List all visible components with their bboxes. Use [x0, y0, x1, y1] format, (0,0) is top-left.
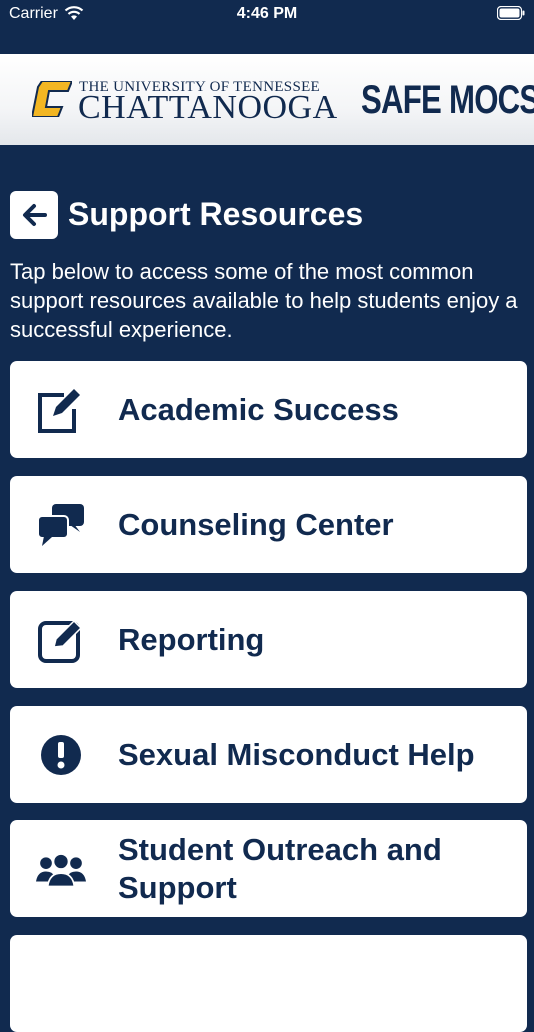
utc-logo-icon: [32, 81, 72, 117]
header-banner: THE UNIVERSITY OF TENNESSEE CHATTANOOGA …: [0, 54, 534, 145]
resource-label: Counseling Center: [118, 506, 394, 542]
resource-sexual-misconduct-help[interactable]: Sexual Misconduct Help: [10, 706, 527, 803]
resource-academic-success[interactable]: Academic Success: [10, 361, 527, 458]
university-line2: CHATTANOOGA: [78, 89, 338, 126]
edit-square-icon: [38, 389, 80, 433]
resource-student-outreach[interactable]: Student Outreach and Support: [10, 820, 527, 917]
arrow-left-icon: [23, 204, 47, 226]
edit-box-icon: [38, 619, 83, 663]
exclamation-circle-icon: [41, 735, 81, 775]
resource-reporting[interactable]: Reporting: [10, 591, 527, 688]
resource-counseling-center[interactable]: Counseling Center: [10, 476, 527, 573]
intro-text: Tap below to access some of the most com…: [10, 259, 518, 342]
resource-label: Reporting: [118, 621, 265, 657]
chat-bubbles-icon: [37, 504, 84, 546]
resource-label: Academic Success: [118, 391, 399, 427]
clock: 4:46 PM: [236, 5, 298, 22]
battery-icon: [497, 6, 525, 20]
status-bar: Carrier 4:46 PM: [0, 0, 534, 30]
users-icon: [36, 853, 86, 888]
resource-label: Student Outreach and Support: [118, 831, 442, 905]
app-name: SAFE MOCS: [361, 78, 534, 122]
back-button[interactable]: [10, 191, 58, 239]
page-title: Support Resources: [68, 196, 364, 232]
resource-label: Sexual Misconduct Help: [118, 736, 475, 772]
